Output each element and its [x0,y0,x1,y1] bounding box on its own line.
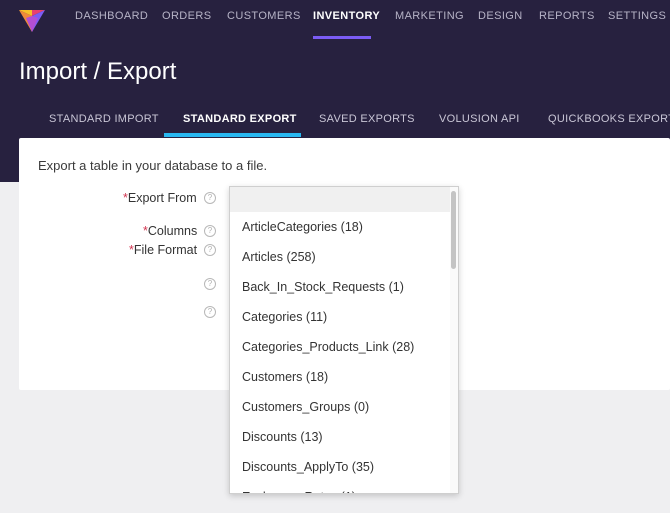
nav-active-indicator [313,36,371,39]
tab-saved-exports[interactable]: SAVED EXPORTS [319,113,415,125]
help-icon[interactable]: ? [204,225,216,237]
columns-label: *Columns [143,224,198,238]
dropdown-option[interactable]: ArticleCategories (18) [230,212,452,242]
help-icon[interactable]: ? [204,192,216,204]
nav-marketing[interactable]: MARKETING [395,10,464,22]
dropdown-option[interactable]: Discounts (13) [230,422,452,452]
file-format-label: *File Format [129,243,198,257]
scrollbar-thumb[interactable] [451,191,456,269]
page-title: Import / Export [19,58,177,85]
nav-dashboard[interactable]: DASHBOARD [75,10,148,22]
dropdown-option[interactable]: Categories (11) [230,302,452,332]
dropdown-option[interactable]: Exchange_Rates (1) [230,482,452,493]
nav-orders[interactable]: ORDERS [162,10,211,22]
tab-standard-import[interactable]: STANDARD IMPORT [49,113,159,125]
export-from-label: *Export From [123,191,197,205]
top-navigation: DASHBOARD ORDERS CUSTOMERS INVENTORY MAR… [0,0,670,40]
nav-design[interactable]: DESIGN [478,10,523,22]
nav-settings[interactable]: SETTINGS [608,10,666,22]
dropdown-option[interactable]: Back_In_Stock_Requests (1) [230,272,452,302]
dropdown-scrollbar[interactable] [450,187,458,493]
nav-reports[interactable]: REPORTS [539,10,595,22]
tab-standard-export[interactable]: STANDARD EXPORT [183,113,297,125]
dropdown-option-empty[interactable] [230,187,450,212]
dropdown-option[interactable]: Discounts_ApplyTo (35) [230,452,452,482]
help-icon[interactable]: ? [204,306,216,318]
tab-active-indicator [164,133,301,137]
help-icon[interactable]: ? [204,244,216,256]
export-description: Export a table in your database to a fil… [38,158,268,173]
tab-volusion-api[interactable]: VOLUSION API [439,113,520,125]
dropdown-options-list: ArticleCategories (18) Articles (258) Ba… [230,212,452,493]
tab-quickbooks-export[interactable]: QUICKBOOKS EXPORT [548,113,670,125]
export-from-dropdown[interactable]: ArticleCategories (18) Articles (258) Ba… [229,186,459,494]
dropdown-option[interactable]: Customers (18) [230,362,452,392]
dropdown-option[interactable]: Articles (258) [230,242,452,272]
dropdown-option[interactable]: Customers_Groups (0) [230,392,452,422]
dropdown-option[interactable]: Categories_Products_Link (28) [230,332,452,362]
nav-inventory[interactable]: INVENTORY [313,10,380,22]
help-icon[interactable]: ? [204,278,216,290]
nav-customers[interactable]: CUSTOMERS [227,10,301,22]
